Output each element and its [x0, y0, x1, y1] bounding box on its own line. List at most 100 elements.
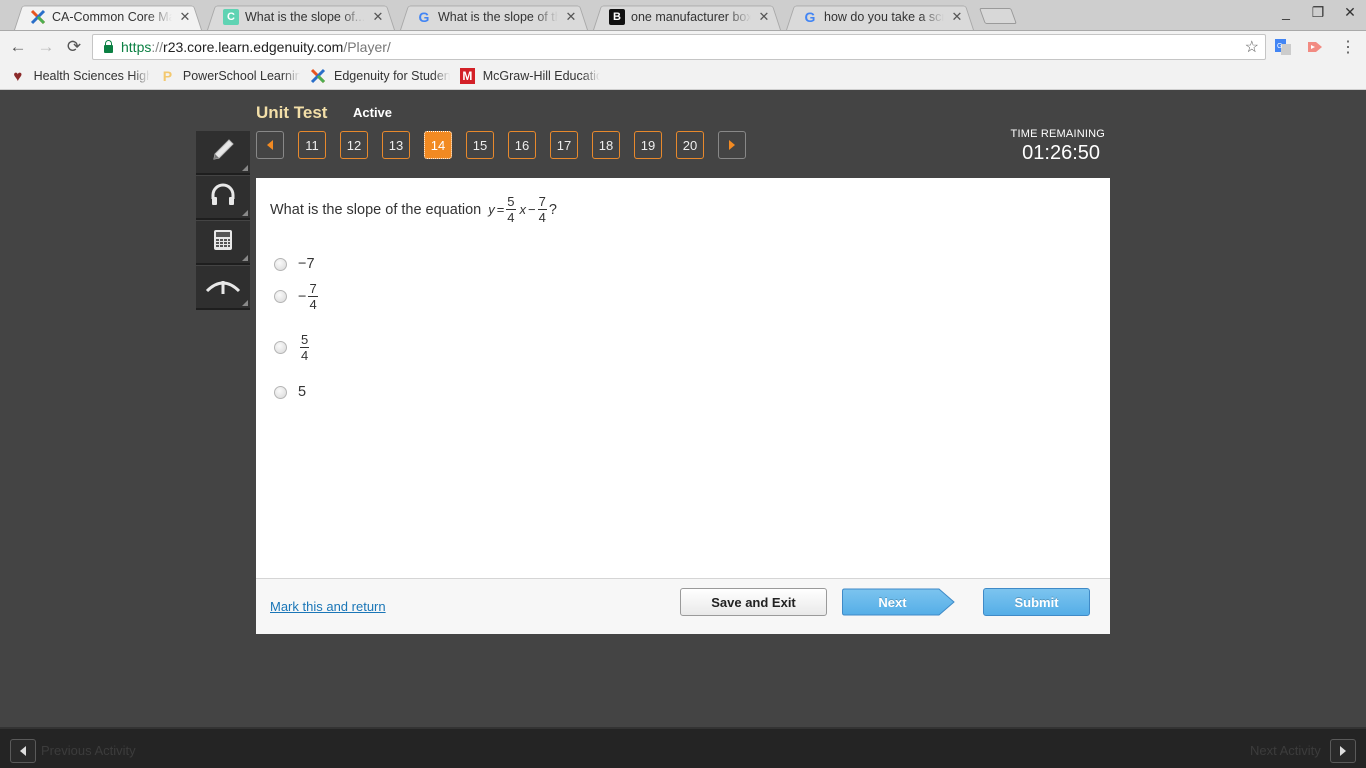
address-bar[interactable]: https://r23.core.learn.edgenuity.com/Pla…: [92, 34, 1266, 60]
edgenuity-icon: [310, 68, 326, 84]
question-navigation: 11 12 13 14 15 16 17 18 19 20: [256, 131, 760, 159]
save-and-exit-button[interactable]: Save and Exit: [680, 588, 827, 616]
fraction-numerator: 7: [308, 281, 318, 297]
choice-fraction: 5 4: [300, 332, 310, 362]
answer-choice-2[interactable]: − 7 4: [274, 282, 320, 311]
radio-button[interactable]: [274, 257, 287, 271]
browser-tab[interactable]: C What is the slope of... – C ✕: [203, 3, 399, 30]
new-tab-button[interactable]: [979, 8, 1017, 24]
bookmarks-bar: ♥ Health Sciences High P PowerSchool Lea…: [0, 62, 1366, 90]
headphones-icon: [209, 183, 237, 212]
brainly-icon: B: [609, 8, 625, 25]
answer-choice-3[interactable]: 5 4: [274, 333, 311, 362]
previous-activity-button[interactable]: [10, 739, 36, 763]
timer-label: TIME REMAINING: [1010, 128, 1105, 140]
restore-icon[interactable]: ❐: [1306, 4, 1330, 21]
audio-tool-button[interactable]: [196, 176, 250, 220]
question-text: What is the slope of the equation y = 5 …: [270, 195, 557, 224]
browser-tab[interactable]: G how do you take a screen ✕: [782, 3, 978, 30]
close-window-icon[interactable]: ✕: [1338, 4, 1362, 21]
question-button-20[interactable]: 20: [676, 131, 704, 159]
calculator-icon: [213, 229, 233, 256]
cast-extension-icon[interactable]: [1305, 37, 1325, 57]
bookmark-health-sciences[interactable]: ♥ Health Sciences High: [10, 67, 150, 85]
menu-kebab-icon[interactable]: ⋮: [1338, 37, 1358, 57]
close-tab-icon[interactable]: ✕: [950, 9, 964, 25]
question-button-12[interactable]: 12: [340, 131, 368, 159]
next-activity-button[interactable]: [1330, 739, 1356, 763]
submit-button[interactable]: Submit: [983, 588, 1090, 616]
forward-icon[interactable]: →: [35, 36, 57, 58]
browser-tab-active[interactable]: CA-Common Core Math I ✕: [10, 3, 206, 30]
translate-extension-icon[interactable]: G: [1273, 37, 1293, 57]
fraction-denominator: 4: [507, 210, 515, 225]
question-button-13[interactable]: 13: [382, 131, 410, 159]
edgenuity-icon: [30, 9, 46, 25]
close-tab-icon[interactable]: ✕: [757, 9, 771, 25]
chevron-up-icon: [205, 275, 241, 300]
close-tab-icon[interactable]: ✕: [564, 9, 578, 25]
next-button-label: Next: [878, 594, 907, 610]
browser-tab[interactable]: G What is the slope of the e ✕: [396, 3, 592, 30]
reload-icon[interactable]: ⟳: [63, 36, 85, 58]
bookmark-title: Health Sciences High: [33, 69, 150, 83]
choice-text: 5: [298, 384, 307, 400]
choice-text: −7: [298, 256, 315, 272]
url-separator: ://: [151, 39, 164, 55]
timer-value: 01:26:50: [1022, 142, 1100, 164]
question-panel: What is the slope of the equation y = 5 …: [256, 178, 1110, 634]
url-host: r23.core.learn.edgenuity.com: [163, 39, 344, 55]
calculator-tool-button[interactable]: [196, 221, 250, 265]
equation: y = 5 4 x − 7 4 ?: [486, 195, 557, 224]
question-button-17[interactable]: 17: [550, 131, 578, 159]
collapse-tool-button[interactable]: [196, 266, 250, 310]
question-button-18[interactable]: 18: [592, 131, 620, 159]
next-question-button[interactable]: [718, 131, 746, 159]
svg-text:G: G: [1277, 43, 1282, 50]
minimize-icon[interactable]: _: [1274, 4, 1298, 20]
pencil-tool-button[interactable]: [196, 131, 250, 175]
pencil-icon: [210, 137, 236, 168]
next-button[interactable]: Next: [841, 588, 956, 616]
bookmark-title: Edgenuity for Students: [334, 69, 450, 83]
question-button-11[interactable]: 11: [298, 131, 326, 159]
equation-equals: =: [496, 202, 505, 217]
question-button-15[interactable]: 15: [466, 131, 494, 159]
heart-icon: ♥: [13, 67, 23, 85]
question-prompt: What is the slope of the equation: [270, 201, 482, 218]
close-tab-icon[interactable]: ✕: [371, 9, 385, 25]
bookmark-star-icon[interactable]: ☆: [1245, 37, 1259, 57]
equation-question-mark: ?: [548, 201, 557, 218]
google-icon: G: [418, 8, 430, 25]
fraction-denominator: 4: [538, 210, 546, 225]
google-icon: G: [804, 8, 816, 25]
powerschool-icon: P: [162, 68, 173, 84]
mark-and-return-link[interactable]: Mark this and return: [270, 599, 386, 614]
arrow-right-icon: [1340, 746, 1346, 756]
answer-choice-1[interactable]: −7: [274, 256, 315, 272]
arrow-left-icon: [267, 140, 273, 150]
next-activity-label[interactable]: Next Activity: [1250, 743, 1321, 758]
radio-button[interactable]: [274, 385, 287, 399]
tab-title: how do you take a screen: [824, 9, 944, 24]
radio-button[interactable]: [274, 290, 287, 303]
bookmark-edgenuity[interactable]: Edgenuity for Students: [310, 67, 450, 85]
question-button-14-current[interactable]: 14: [424, 131, 452, 159]
radio-button[interactable]: [274, 341, 287, 354]
url-path: /Player/: [343, 39, 391, 55]
previous-question-button[interactable]: [256, 131, 284, 159]
previous-activity-label[interactable]: Previous Activity: [41, 743, 136, 758]
lock-icon: [104, 39, 113, 53]
question-button-19[interactable]: 19: [634, 131, 662, 159]
back-icon[interactable]: ←: [7, 36, 29, 58]
bookmark-powerschool[interactable]: P PowerSchool Learning: [160, 67, 300, 85]
answer-choice-4[interactable]: 5: [274, 384, 306, 400]
tab-title: CA-Common Core Math I: [52, 9, 172, 24]
question-footer: Mark this and return Save and Exit Next …: [256, 578, 1110, 634]
tool-palette: [196, 131, 250, 311]
browser-tab[interactable]: B one manufacturer boxes ✕: [589, 3, 785, 30]
bookmark-mcgraw-hill[interactable]: M McGraw-Hill Education: [460, 67, 600, 85]
fraction-numerator: 5: [300, 332, 310, 348]
close-tab-icon[interactable]: ✕: [178, 9, 192, 25]
question-button-16[interactable]: 16: [508, 131, 536, 159]
